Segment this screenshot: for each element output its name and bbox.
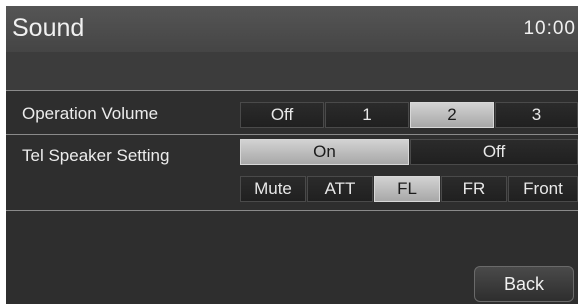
sound-settings-screen: Sound 10:00 Operation Volume Off 1 2 3 T…: [6, 6, 578, 304]
tel-speaker-off-button[interactable]: Off: [410, 139, 578, 165]
volume-option-1[interactable]: 1: [325, 102, 409, 128]
header-band: [6, 52, 578, 90]
divider-top: [6, 90, 578, 91]
volume-option-2[interactable]: 2: [410, 102, 494, 128]
tel-speaker-on-button[interactable]: On: [240, 139, 409, 165]
speaker-mute-button[interactable]: Mute: [240, 176, 306, 202]
divider-bottom: [6, 210, 578, 211]
speaker-fr-button[interactable]: FR: [441, 176, 507, 202]
volume-option-off[interactable]: Off: [240, 102, 324, 128]
tel-speaker-setting-label: Tel Speaker Setting: [22, 146, 170, 165]
operation-volume-label: Operation Volume: [22, 104, 159, 123]
divider-mid: [6, 134, 578, 135]
volume-option-3[interactable]: 3: [495, 102, 578, 128]
page-title: Sound: [12, 14, 85, 42]
back-button[interactable]: Back: [474, 266, 574, 302]
speaker-att-button[interactable]: ATT: [307, 176, 373, 202]
clock: 10:00: [523, 18, 576, 39]
speaker-fl-button[interactable]: FL: [374, 176, 440, 202]
speaker-front-button[interactable]: Front: [508, 176, 578, 202]
title-bar: Sound 10:00: [6, 6, 578, 52]
